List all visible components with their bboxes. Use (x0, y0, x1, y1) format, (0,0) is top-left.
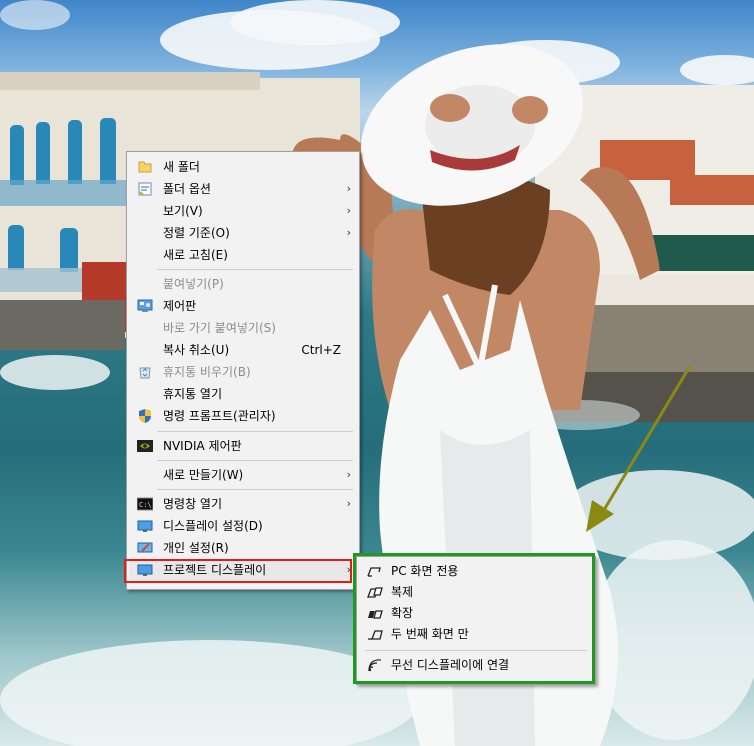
menu-item-empty-recycle-bin[interactable]: 휴지통 비우기(B) (129, 361, 357, 383)
menu-item-open-command-window[interactable]: C:\ 명령창 열기 › (129, 493, 357, 515)
recycle-bin-icon (139, 367, 151, 379)
menu-item-refresh[interactable]: 새로 고침(E) (129, 244, 357, 266)
chevron-right-icon: › (346, 182, 351, 195)
menu-item-folder-options[interactable]: 폴더 옵션 › (129, 178, 357, 200)
menu-item-paste-shortcut[interactable]: 바로 가기 붙여넣기(S) (129, 317, 357, 339)
chevron-right-icon: › (346, 497, 351, 510)
folder-options-icon (138, 182, 152, 196)
chevron-right-icon: › (346, 468, 351, 481)
annotation-arrow-icon (586, 365, 692, 532)
display-settings-icon (137, 520, 153, 532)
shortcut-text: Ctrl+Z (301, 343, 341, 357)
cmd-icon: C:\ (137, 497, 153, 511)
desktop-context-menu: 새 폴더 폴더 옵션 › 보기(V) › 정렬 기준(O) › 새로 고침(E)… (126, 151, 360, 590)
chevron-right-icon: › (346, 204, 351, 217)
menu-separator (157, 460, 353, 461)
menu-separator (157, 489, 353, 490)
menu-item-display-settings[interactable]: 디스플레이 설정(D) (129, 515, 357, 537)
svg-text:C:\: C:\ (139, 501, 152, 509)
chevron-right-icon: › (346, 226, 351, 239)
menu-item-view[interactable]: 보기(V) › (129, 200, 357, 222)
menu-item-control-panel[interactable]: 제어판 (129, 295, 357, 317)
green-highlight-box (353, 553, 595, 684)
menu-item-open-recycle-bin[interactable]: 휴지통 열기 (129, 383, 357, 405)
control-panel-icon (137, 299, 153, 312)
menu-item-nvidia-control-panel[interactable]: NVIDIA 제어판 (129, 435, 357, 457)
menu-item-sort-by[interactable]: 정렬 기준(O) › (129, 222, 357, 244)
folder-icon (138, 161, 152, 173)
nvidia-icon (137, 440, 153, 452)
menu-item-paste[interactable]: 붙여넣기(P) (129, 273, 357, 295)
menu-item-new[interactable]: 새로 만들기(W) › (129, 464, 357, 486)
personalize-icon (137, 542, 153, 553)
menu-item-undo-copy[interactable]: 복사 취소(U) Ctrl+Z (129, 339, 357, 361)
menu-item-command-prompt-admin[interactable]: 명령 프롬프트(관리자) (129, 405, 357, 427)
red-highlight-box (124, 559, 352, 583)
uac-shield-icon (139, 409, 151, 423)
menu-item-new-folder[interactable]: 새 폴더 (129, 156, 357, 178)
menu-separator (157, 431, 353, 432)
menu-item-personalize[interactable]: 개인 설정(R) (129, 537, 357, 559)
menu-separator (157, 269, 353, 270)
